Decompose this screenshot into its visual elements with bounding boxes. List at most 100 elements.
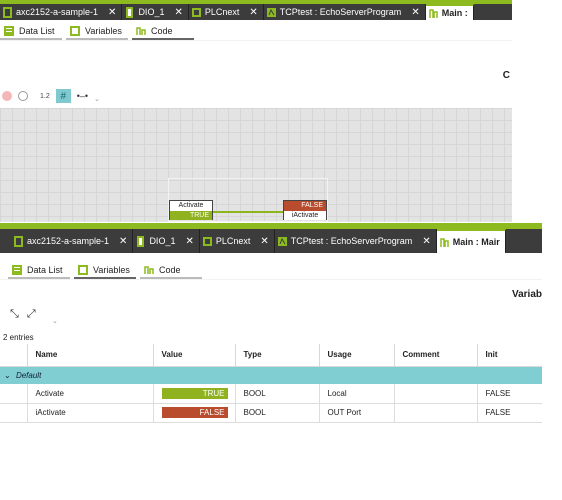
main-icon	[428, 8, 438, 18]
column-header-usage[interactable]: Usage	[319, 344, 395, 367]
program-icon	[277, 236, 287, 246]
column-header-type[interactable]: Type	[235, 344, 320, 367]
row-gutter[interactable]	[0, 384, 28, 404]
value-badge: FALSE	[161, 407, 228, 418]
subtab-code[interactable]: Code	[140, 262, 202, 279]
subtab-data-list[interactable]: Data List	[8, 262, 70, 279]
chevron-down-icon[interactable]: ⌄	[4, 371, 11, 380]
tab-tcptest[interactable]: TCPtest : EchoServerProgram ✕	[263, 4, 426, 20]
subtab-label: Variables	[85, 25, 122, 36]
table-row[interactable]: Activate TRUE BOOL Local FALSE	[0, 384, 542, 404]
subtab-label: Data List	[27, 264, 63, 275]
program-icon	[266, 7, 276, 17]
code-icon	[136, 26, 146, 35]
variable-name: Activate	[170, 201, 212, 211]
variable-block-activate[interactable]: Activate TRUE	[169, 200, 213, 220]
cell-value[interactable]: TRUE	[153, 384, 236, 404]
connection-wire[interactable]	[213, 211, 284, 213]
subtab-label: Code	[151, 25, 173, 36]
sub-tab-bar: Data List Variables Code	[0, 253, 542, 280]
cell-type[interactable]: BOOL	[235, 384, 320, 404]
code-canvas[interactable]: Activate TRUE FALSE iActivate	[0, 108, 512, 222]
close-icon[interactable]: ✕	[119, 236, 127, 247]
variables-toolbar: ⤡ ⤢	[10, 308, 36, 321]
tab-label: DIO_1	[138, 7, 165, 17]
cell-type[interactable]: BOOL	[235, 403, 320, 423]
zoom-level[interactable]: 1.2	[40, 93, 50, 100]
close-icon[interactable]: ✕	[249, 7, 257, 18]
subtab-data-list[interactable]: Data List	[0, 23, 62, 40]
editor-tab-bar: axc2152-a-sample-1 ✕ DIO_1 ✕ PLCnext ✕ T…	[0, 0, 512, 20]
tab-axc2152[interactable]: axc2152-a-sample-1 ✕	[0, 4, 123, 20]
cell-usage[interactable]: OUT Port	[319, 403, 395, 423]
grid-icon[interactable]: #	[55, 89, 71, 103]
code-icon	[144, 265, 154, 274]
close-icon[interactable]: ✕	[185, 236, 193, 247]
cell-name[interactable]: iActivate	[27, 403, 154, 423]
row-gutter[interactable]	[0, 403, 28, 423]
close-icon[interactable]: ✕	[422, 236, 430, 247]
tab-plcnext[interactable]: PLCnext ✕	[188, 4, 264, 20]
connector-icon[interactable]: •–•	[77, 91, 88, 101]
column-header-comment[interactable]: Comment	[394, 344, 478, 367]
tab-label: axc2152-a-sample-1	[27, 236, 110, 246]
close-icon[interactable]: ✕	[108, 7, 116, 18]
chevron-down-icon[interactable]: ⌄	[94, 95, 100, 103]
column-header-value[interactable]: Value	[153, 344, 236, 367]
list-icon	[4, 25, 14, 36]
editor-title: Variab	[511, 289, 542, 300]
variables-icon	[70, 25, 80, 36]
code-editor-window: axc2152-a-sample-1 ✕ DIO_1 ✕ PLCnext ✕ T…	[0, 0, 512, 222]
editor-tab-bar: axc2152-a-sample-1 ✕ DIO_1 ✕ PLCnext ✕ T…	[0, 223, 542, 253]
editor-title: C	[502, 70, 510, 81]
cell-init[interactable]: FALSE	[477, 384, 542, 404]
code-toolbar: 1.2 # •–• ⌄	[2, 89, 100, 103]
tab-label: PLCnext	[215, 236, 251, 246]
chevron-down-icon[interactable]: ⌄	[52, 317, 58, 325]
subtab-variables[interactable]: Variables	[66, 23, 128, 40]
group-label: Default	[15, 370, 42, 380]
table-row[interactable]: iActivate FALSE BOOL OUT Port FALSE	[0, 403, 542, 423]
device-icon	[14, 235, 23, 247]
module-icon	[126, 6, 134, 18]
tab-label: Main :	[441, 8, 468, 18]
tab-axc2152[interactable]: axc2152-a-sample-1 ✕	[0, 229, 134, 253]
tab-label: PLCnext	[204, 7, 240, 17]
tab-plcnext[interactable]: PLCnext ✕	[199, 229, 275, 253]
module-icon	[137, 235, 145, 247]
cell-comment[interactable]	[394, 403, 478, 423]
cell-name[interactable]: Activate	[27, 384, 154, 404]
cell-init[interactable]: FALSE	[477, 403, 542, 423]
plcnext-icon	[202, 236, 212, 246]
expand-all-icon[interactable]: ⤢	[27, 308, 36, 321]
column-header-init[interactable]: Init	[477, 344, 542, 367]
variables-editor-window: axc2152-a-sample-1 ✕ DIO_1 ✕ PLCnext ✕ T…	[0, 223, 542, 500]
breakpoint-icon[interactable]	[2, 91, 12, 101]
group-header[interactable]: ⌄ Default	[0, 366, 542, 384]
close-icon[interactable]: ✕	[174, 7, 182, 18]
cell-value[interactable]: FALSE	[153, 403, 236, 423]
subtab-variables[interactable]: Variables	[74, 262, 136, 279]
tab-dio1[interactable]: DIO_1 ✕	[133, 229, 200, 253]
collapse-all-icon[interactable]: ⤡	[10, 308, 19, 321]
cell-usage[interactable]: Local	[319, 384, 395, 404]
cell-comment[interactable]	[394, 384, 478, 404]
tab-tcptest[interactable]: TCPtest : EchoServerProgram ✕	[274, 229, 437, 253]
subtab-label: Variables	[93, 264, 130, 275]
close-icon[interactable]: ✕	[411, 7, 419, 18]
close-icon[interactable]: ✕	[260, 236, 268, 247]
subtab-code[interactable]: Code	[132, 23, 194, 40]
variable-value: FALSE	[284, 201, 326, 211]
tab-label: Main : Mair	[452, 237, 500, 247]
column-header-name[interactable]: Name	[27, 344, 154, 367]
group-row[interactable]: ⌄ Default	[0, 366, 542, 384]
variables-icon	[78, 264, 88, 275]
tab-main[interactable]: Main : Mair	[436, 229, 506, 253]
tab-dio1[interactable]: DIO_1 ✕	[122, 4, 189, 20]
tab-label: TCPtest : EchoServerProgram	[290, 236, 413, 246]
variable-block-iactivate[interactable]: FALSE iActivate	[283, 200, 327, 220]
step-icon[interactable]	[18, 91, 28, 101]
subtab-label: Code	[159, 264, 181, 275]
variables-table: Name Value Type Usage Comment Init ⌄ Def…	[0, 344, 542, 423]
tab-main[interactable]: Main :	[425, 4, 474, 20]
